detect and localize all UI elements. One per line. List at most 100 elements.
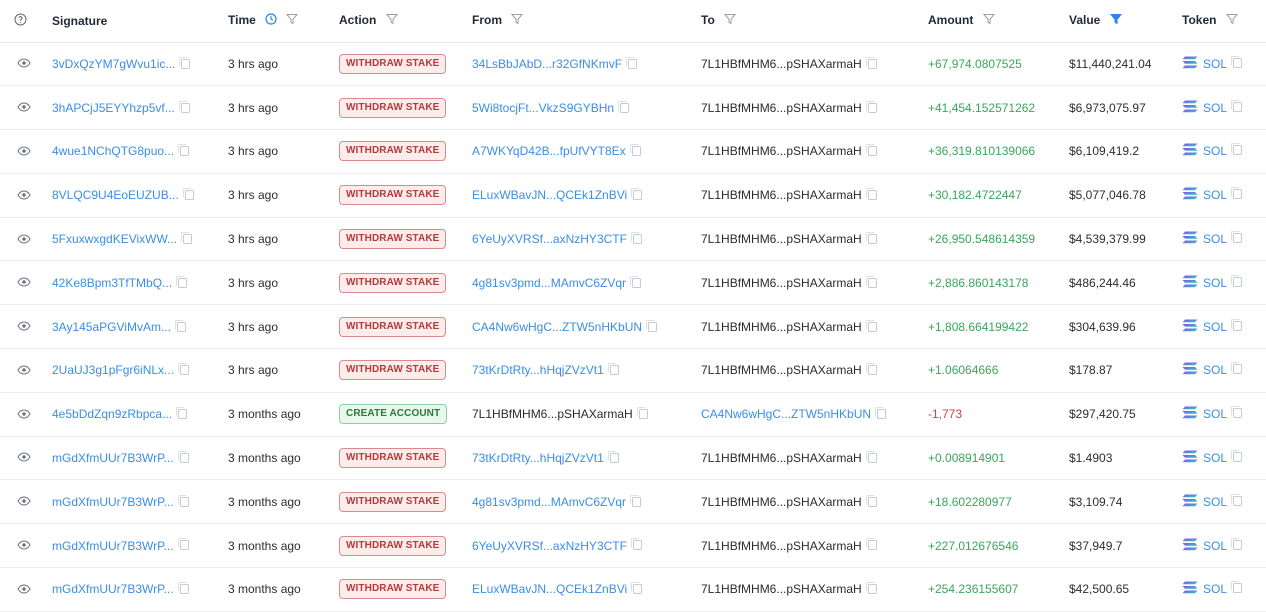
eye-icon[interactable] [17,583,31,597]
from-address[interactable]: ELuxWBavJN...QCEk1ZnBVi [472,582,627,596]
copy-icon[interactable] [1231,406,1243,419]
copy-icon[interactable] [865,450,877,463]
signature-link[interactable]: 5FxuxwxgdKEVixWW... [52,232,177,246]
copy-icon[interactable] [178,363,190,376]
copy-icon[interactable] [1231,450,1243,463]
copy-icon[interactable] [177,494,189,507]
copy-icon[interactable] [1231,493,1243,506]
copy-icon[interactable] [865,188,877,201]
to-address[interactable]: 7L1HBfMHM6...pSHAXarmaH [701,451,862,465]
token-link[interactable]: SOL [1203,232,1227,246]
copy-icon[interactable] [630,231,642,244]
funnel-icon[interactable] [982,13,995,28]
from-address[interactable]: 6YeUyXVRSf...axNzHY3CTF [472,232,627,246]
copy-icon[interactable] [177,450,189,463]
question-circle-icon[interactable] [14,13,27,29]
copy-icon[interactable] [646,319,658,332]
copy-icon[interactable] [636,407,648,420]
funnel-icon[interactable] [1225,13,1238,28]
eye-icon[interactable] [17,101,31,115]
funnel-icon[interactable] [724,13,737,28]
funnel-icon[interactable] [385,13,398,28]
funnel-filled-icon[interactable] [1109,13,1122,28]
from-address[interactable]: ELuxWBavJN...QCEk1ZnBVi [472,188,627,202]
token-link[interactable]: SOL [1203,495,1227,509]
eye-icon[interactable] [17,495,31,509]
copy-icon[interactable] [1231,99,1243,112]
from-address[interactable]: A7WKYqD42B...fpUfVYT8Ex [472,144,626,158]
copy-icon[interactable] [1231,231,1243,244]
copy-icon[interactable] [607,450,619,463]
copy-icon[interactable] [177,538,189,551]
eye-icon[interactable] [17,451,31,465]
copy-icon[interactable] [176,275,188,288]
to-address[interactable]: 7L1HBfMHM6...pSHAXarmaH [701,276,862,290]
copy-icon[interactable] [607,363,619,376]
signature-link[interactable]: 42Ke8Bpm3TfTMbQ... [52,276,172,290]
clock-icon[interactable] [265,13,277,28]
copy-icon[interactable] [178,100,190,113]
token-link[interactable]: SOL [1203,582,1227,596]
copy-icon[interactable] [176,407,188,420]
copy-icon[interactable] [1231,143,1243,156]
signature-link[interactable]: mGdXfmUUr7B3WrP... [52,582,174,596]
copy-icon[interactable] [630,275,642,288]
eye-icon[interactable] [17,57,31,71]
copy-icon[interactable] [626,56,638,69]
copy-icon[interactable] [865,494,877,507]
from-address[interactable]: 4g81sv3pmd...MAmvC6ZVqr [472,495,626,509]
to-address[interactable]: 7L1HBfMHM6...pSHAXarmaH [701,582,862,596]
copy-icon[interactable] [875,407,887,420]
to-address[interactable]: 7L1HBfMHM6...pSHAXarmaH [701,188,862,202]
from-address[interactable]: 4g81sv3pmd...MAmvC6ZVqr [472,276,626,290]
eye-icon[interactable] [17,408,31,422]
to-address[interactable]: 7L1HBfMHM6...pSHAXarmaH [701,363,862,377]
to-address[interactable]: 7L1HBfMHM6...pSHAXarmaH [701,320,862,334]
copy-icon[interactable] [178,144,190,157]
to-address[interactable]: 7L1HBfMHM6...pSHAXarmaH [701,232,862,246]
eye-icon[interactable] [17,364,31,378]
copy-icon[interactable] [865,363,877,376]
eye-icon[interactable] [17,320,31,334]
copy-icon[interactable] [179,56,191,69]
copy-icon[interactable] [865,319,877,332]
copy-icon[interactable] [629,144,641,157]
token-link[interactable]: SOL [1203,407,1227,421]
copy-icon[interactable] [1231,537,1243,550]
token-link[interactable]: SOL [1203,276,1227,290]
to-address[interactable]: CA4Nw6wHgC...ZTW5nHKbUN [701,407,871,421]
copy-icon[interactable] [1231,55,1243,68]
copy-icon[interactable] [630,494,642,507]
signature-link[interactable]: 4e5bDdZqn9zRbpca... [52,407,172,421]
to-address[interactable]: 7L1HBfMHM6...pSHAXarmaH [701,57,862,71]
copy-icon[interactable] [865,144,877,157]
copy-icon[interactable] [182,188,194,201]
from-address[interactable]: 5Wi8tocjFt...VkzS9GYBHn [472,101,614,115]
token-link[interactable]: SOL [1203,320,1227,334]
to-address[interactable]: 7L1HBfMHM6...pSHAXarmaH [701,144,862,158]
copy-icon[interactable] [865,100,877,113]
signature-link[interactable]: mGdXfmUUr7B3WrP... [52,495,174,509]
to-address[interactable]: 7L1HBfMHM6...pSHAXarmaH [701,101,862,115]
copy-icon[interactable] [1231,581,1243,594]
copy-icon[interactable] [177,582,189,595]
signature-link[interactable]: 8VLQC9U4EoEUZUB... [52,188,179,202]
from-address[interactable]: 73tKrDtRty...hHqjZVzVt1 [472,451,604,465]
eye-icon[interactable] [17,189,31,203]
token-link[interactable]: SOL [1203,451,1227,465]
to-address[interactable]: 7L1HBfMHM6...pSHAXarmaH [701,539,862,553]
copy-icon[interactable] [865,538,877,551]
copy-icon[interactable] [631,582,643,595]
from-address[interactable]: 6YeUyXVRSf...axNzHY3CTF [472,539,627,553]
eye-icon[interactable] [17,539,31,553]
token-link[interactable]: SOL [1203,188,1227,202]
from-address[interactable]: 34LsBbJAbD...r32GfNKmvF [472,57,622,71]
copy-icon[interactable] [865,56,877,69]
eye-icon[interactable] [17,145,31,159]
token-link[interactable]: SOL [1203,144,1227,158]
signature-link[interactable]: mGdXfmUUr7B3WrP... [52,451,174,465]
copy-icon[interactable] [865,582,877,595]
token-link[interactable]: SOL [1203,539,1227,553]
copy-icon[interactable] [631,188,643,201]
eye-icon[interactable] [17,233,31,247]
